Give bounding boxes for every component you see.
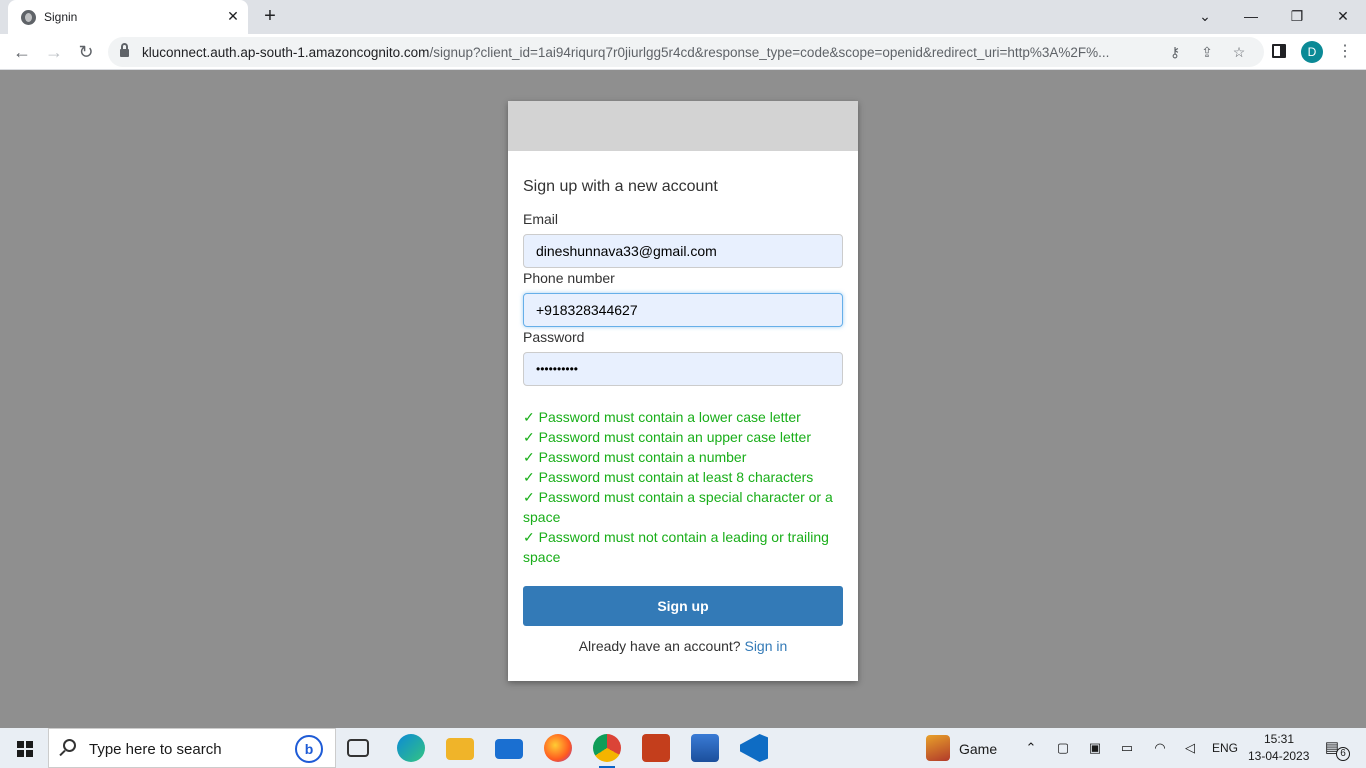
signup-card: Sign up with a new account Email dineshu… — [508, 101, 858, 681]
window-close-button[interactable]: ✕ — [1329, 4, 1357, 28]
battery-icon[interactable]: ▭ — [1119, 740, 1135, 756]
password-rules: ✓ Password must contain a lower case let… — [523, 407, 843, 567]
password-rule: ✓ Password must contain a number — [523, 449, 747, 465]
side-panel-icon[interactable] — [1272, 44, 1286, 58]
clock-time[interactable]: 15:31 — [1264, 732, 1294, 746]
signin-prompt: Already have an account? Sign in — [508, 638, 858, 654]
file-explorer-icon[interactable] — [446, 738, 474, 760]
clock-date[interactable]: 13-04-2023 — [1248, 749, 1309, 763]
email-field[interactable]: dineshunnava33@gmail.com — [523, 234, 843, 268]
password-key-icon[interactable]: ⚷ — [1166, 43, 1184, 61]
url-text[interactable]: kluconnect.auth.ap-south-1.amazoncognito… — [142, 45, 1152, 60]
tab-strip: Signin ✕ + ⌄ — ❐ ✕ — [0, 0, 1366, 34]
email-label: Email — [523, 211, 559, 227]
wifi-icon[interactable]: ◠ — [1152, 740, 1168, 756]
signin-link[interactable]: Sign in — [744, 638, 787, 654]
password-label: Password — [523, 329, 585, 345]
tab-title: Signin — [44, 10, 78, 24]
photos-icon[interactable] — [691, 734, 719, 762]
search-icon — [63, 739, 76, 752]
vscode-icon[interactable] — [740, 734, 768, 762]
search-placeholder: Type here to search — [89, 741, 222, 758]
password-rule: ✓ Password must contain at least 8 chara… — [523, 469, 814, 485]
tab-close-icon[interactable]: ✕ — [224, 7, 242, 25]
password-field[interactable]: •••••••••• — [523, 352, 843, 386]
url-host: kluconnect.auth.ap-south-1.amazoncognito… — [142, 45, 430, 60]
tab-search-dropdown-icon[interactable]: ⌄ — [1191, 4, 1219, 28]
phone-label: Phone number — [523, 270, 615, 286]
password-rule: ✓ Password must contain a lower case let… — [523, 409, 801, 425]
browser-toolbar: ← → ↻ kluconnect.auth.ap-south-1.amazonc… — [0, 34, 1366, 70]
password-rule: ✓ Password must contain an upper case le… — [523, 429, 811, 445]
powerpoint-icon[interactable] — [642, 734, 670, 762]
restore-button[interactable]: ❐ — [1283, 4, 1311, 28]
phone-number-field[interactable]: +918328344627 — [523, 293, 843, 327]
minimize-button[interactable]: — — [1237, 4, 1265, 28]
password-rule: ✓ Password must contain a special charac… — [523, 489, 833, 525]
forward-button[interactable]: → — [42, 40, 66, 64]
display-icon[interactable]: ▣ — [1087, 740, 1103, 756]
address-bar[interactable]: kluconnect.auth.ap-south-1.amazoncognito… — [108, 37, 1264, 67]
notification-badge: 6 — [1336, 747, 1350, 761]
signup-button[interactable]: Sign up — [523, 586, 843, 626]
form-heading: Sign up with a new account — [523, 178, 718, 195]
windows-taskbar: Type here to search b Game ⌃ ▢ ▣ ▭ ◠ ◁ E… — [0, 728, 1366, 768]
profile-avatar[interactable]: D — [1301, 41, 1323, 63]
browser-menu-icon[interactable]: ⋮ — [1337, 42, 1353, 62]
back-button[interactable]: ← — [10, 40, 34, 64]
reload-button[interactable]: ↻ — [74, 40, 98, 64]
share-icon[interactable]: ⇪ — [1198, 43, 1216, 61]
bookmark-star-icon[interactable]: ☆ — [1230, 43, 1248, 61]
lock-icon[interactable] — [120, 43, 129, 57]
browser-tab[interactable]: Signin ✕ — [8, 0, 248, 34]
url-path: /signup?client_id=1ai94riqurq7r0jiurlgg5… — [429, 45, 1110, 60]
game-widget-icon[interactable] — [926, 735, 950, 761]
mail-icon[interactable] — [495, 739, 523, 759]
firefox-icon[interactable] — [544, 734, 572, 762]
globe-icon — [21, 10, 36, 25]
windows-start-icon[interactable] — [17, 741, 33, 757]
card-banner — [508, 101, 858, 151]
edge-icon[interactable] — [397, 734, 425, 762]
password-rule: ✓ Password must not contain a leading or… — [523, 529, 829, 565]
taskbar-search-box[interactable]: Type here to search b — [48, 728, 336, 768]
already-account-text: Already have an account? — [578, 638, 741, 654]
new-tab-button[interactable]: + — [258, 4, 282, 28]
chevron-up-icon[interactable]: ⌃ — [1023, 740, 1039, 756]
game-widget-label[interactable]: Game — [959, 741, 997, 757]
meet-now-icon[interactable]: ▢ — [1055, 740, 1071, 756]
bing-icon[interactable]: b — [295, 735, 323, 763]
chrome-icon[interactable] — [593, 734, 621, 768]
volume-icon[interactable]: ◁ — [1182, 740, 1198, 756]
language-indicator[interactable]: ENG — [1212, 741, 1238, 755]
task-view-icon[interactable] — [347, 739, 369, 757]
